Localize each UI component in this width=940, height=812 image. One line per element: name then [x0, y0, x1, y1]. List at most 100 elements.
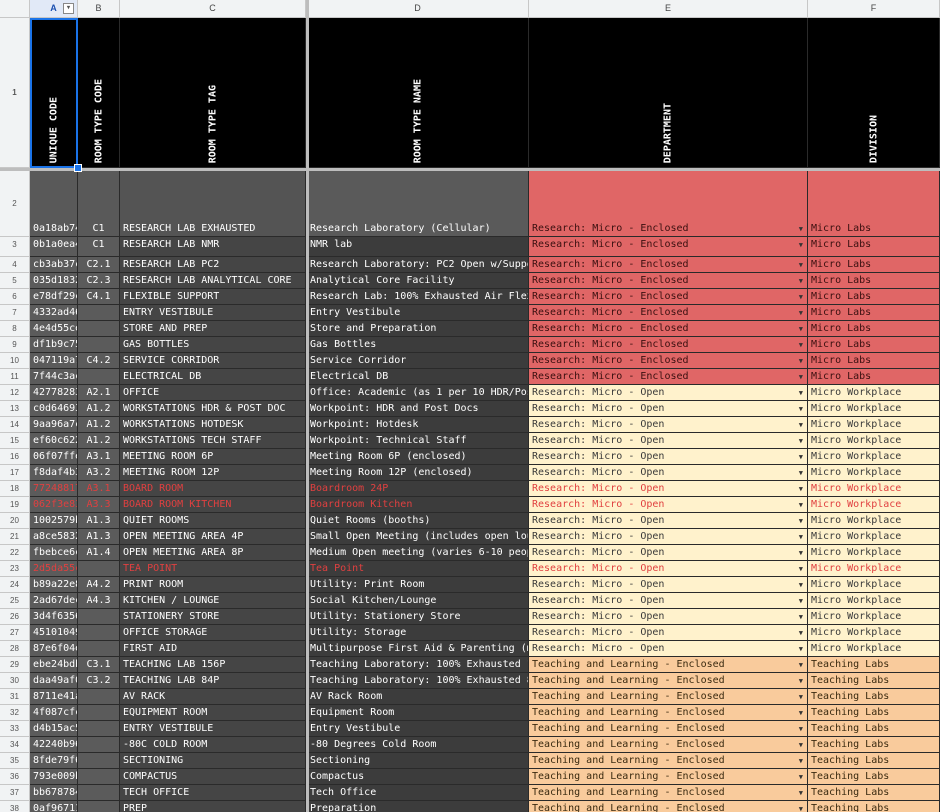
- cell-a[interactable]: 1002579b: [30, 513, 78, 529]
- cell-b[interactable]: C2.3: [78, 273, 120, 289]
- row-number[interactable]: 28: [0, 641, 30, 657]
- cell-f[interactable]: Teaching Labs: [808, 753, 940, 769]
- cell-f[interactable]: Micro Labs: [808, 321, 940, 337]
- cell-f[interactable]: Micro Workplace: [808, 417, 940, 433]
- cell-a[interactable]: 9aa96a7c: [30, 417, 78, 433]
- cell-e[interactable]: Teaching and Learning - Enclosed ▼: [529, 721, 808, 737]
- cell-b[interactable]: [78, 609, 120, 625]
- cell-c[interactable]: TEA POINT: [120, 561, 306, 577]
- cell-b[interactable]: C3.1: [78, 657, 120, 673]
- row-number[interactable]: 15: [0, 433, 30, 449]
- cell-d[interactable]: Boardroom 24P: [307, 481, 529, 497]
- dropdown-arrow-icon[interactable]: ▼: [799, 353, 803, 368]
- dropdown-arrow-icon[interactable]: ▼: [799, 561, 803, 576]
- row-number[interactable]: 30: [0, 673, 30, 689]
- cell-b[interactable]: [78, 369, 120, 385]
- cell-d[interactable]: Teaching Laboratory: 100% Exhausted 1: [307, 657, 529, 673]
- cell-f[interactable]: Micro Workplace: [808, 593, 940, 609]
- cell-e[interactable]: Research: Micro - Open ▼: [529, 625, 808, 641]
- cell-b[interactable]: [78, 721, 120, 737]
- cell-d[interactable]: AV Rack Room: [307, 689, 529, 705]
- dropdown-arrow-icon[interactable]: ▼: [799, 497, 803, 512]
- dropdown-arrow-icon[interactable]: ▼: [799, 801, 803, 812]
- row-number[interactable]: 18: [0, 481, 30, 497]
- row-number[interactable]: 20: [0, 513, 30, 529]
- cell-e[interactable]: Research: Micro - Enclosed ▼: [529, 237, 808, 257]
- cell-f[interactable]: Micro Workplace: [808, 513, 940, 529]
- cell-f[interactable]: Micro Workplace: [808, 625, 940, 641]
- cell-b[interactable]: [78, 641, 120, 657]
- cell-b[interactable]: A3.3: [78, 497, 120, 513]
- cell-c[interactable]: PRINT ROOM: [120, 577, 306, 593]
- cell-d[interactable]: Electrical DB: [307, 369, 529, 385]
- cell-f[interactable]: Micro Labs: [808, 369, 940, 385]
- cell-d[interactable]: Meeting Room 12P (enclosed): [307, 465, 529, 481]
- cell-a[interactable]: 793e009b: [30, 769, 78, 785]
- cell-c[interactable]: -80C COLD ROOM: [120, 737, 306, 753]
- spreadsheet[interactable]: A ▾ B C D E F 1 UNIQUE CODE ROOM TYPE CODE ROOM T…: [0, 0, 940, 812]
- dropdown-arrow-icon[interactable]: ▼: [799, 593, 803, 608]
- cell-d[interactable]: Gas Bottles: [307, 337, 529, 353]
- row-number[interactable]: 19: [0, 497, 30, 513]
- cell-a[interactable]: daa49af0: [30, 673, 78, 689]
- dropdown-arrow-icon[interactable]: ▼: [799, 545, 803, 560]
- cell-a[interactable]: 87e6f04e: [30, 641, 78, 657]
- cell-e[interactable]: Research: Micro - Enclosed ▼: [529, 171, 808, 237]
- cell-a[interactable]: a8ce5832: [30, 529, 78, 545]
- cell-d[interactable]: Preparation: [307, 801, 529, 812]
- cell-a[interactable]: 0a18ab74: [30, 171, 78, 237]
- dropdown-arrow-icon[interactable]: ▼: [799, 465, 803, 480]
- cell-c[interactable]: WORKSTATIONS HDR & POST DOC: [120, 401, 306, 417]
- cell-d[interactable]: Social Kitchen/Lounge: [307, 593, 529, 609]
- cell-b[interactable]: A1.4: [78, 545, 120, 561]
- cell-e[interactable]: Teaching and Learning - Enclosed ▼: [529, 785, 808, 801]
- cell-b[interactable]: C3.2: [78, 673, 120, 689]
- cell-d[interactable]: Teaching Laboratory: 100% Exhausted 8: [307, 673, 529, 689]
- cell-b[interactable]: [78, 705, 120, 721]
- cell-a[interactable]: 7f44c3ac: [30, 369, 78, 385]
- cell-b[interactable]: A4.3: [78, 593, 120, 609]
- dropdown-arrow-icon[interactable]: ▼: [799, 769, 803, 784]
- cell-b[interactable]: A1.3: [78, 529, 120, 545]
- cell-d[interactable]: Entry Vestibule: [307, 721, 529, 737]
- cell-b[interactable]: [78, 561, 120, 577]
- cell-e[interactable]: Research: Micro - Enclosed ▼: [529, 257, 808, 273]
- cell-c[interactable]: SERVICE CORRIDOR: [120, 353, 306, 369]
- cell-c[interactable]: TEACHING LAB 84P: [120, 673, 306, 689]
- cell-a[interactable]: 035d1832: [30, 273, 78, 289]
- cell-a[interactable]: f8daf4b3: [30, 465, 78, 481]
- cell-d[interactable]: Tech Office: [307, 785, 529, 801]
- row-number[interactable]: 13: [0, 401, 30, 417]
- cell-d[interactable]: Utility: Storage: [307, 625, 529, 641]
- row-number[interactable]: 1: [0, 18, 30, 168]
- cell-f[interactable]: Micro Workplace: [808, 609, 940, 625]
- cell-e[interactable]: Teaching and Learning - Enclosed ▼: [529, 737, 808, 753]
- cell-e[interactable]: Teaching and Learning - Enclosed ▼: [529, 769, 808, 785]
- cell-d[interactable]: Research Laboratory: PC2 Open w/Suppo: [307, 257, 529, 273]
- cell-e[interactable]: Teaching and Learning - Enclosed ▼: [529, 801, 808, 812]
- cell-f[interactable]: Micro Workplace: [808, 401, 940, 417]
- cell-e[interactable]: Teaching and Learning - Enclosed ▼: [529, 673, 808, 689]
- cell-a[interactable]: 0b1a0ea4: [30, 237, 78, 257]
- row-number[interactable]: 35: [0, 753, 30, 769]
- dropdown-arrow-icon[interactable]: ▼: [799, 289, 803, 304]
- cell-a[interactable]: 2ad67dec: [30, 593, 78, 609]
- row-number[interactable]: 26: [0, 609, 30, 625]
- cell-a[interactable]: ebe24bdb: [30, 657, 78, 673]
- cell-e[interactable]: Research: Micro - Open ▼: [529, 449, 808, 465]
- cell-b[interactable]: A3.1: [78, 481, 120, 497]
- cell-d[interactable]: Tea Point: [307, 561, 529, 577]
- cell-e[interactable]: Research: Micro - Open ▼: [529, 641, 808, 657]
- cell-a[interactable]: ef60c622: [30, 433, 78, 449]
- cell-f[interactable]: Teaching Labs: [808, 705, 940, 721]
- cell-d[interactable]: Equipment Room: [307, 705, 529, 721]
- cell-c[interactable]: FIRST AID: [120, 641, 306, 657]
- row-number[interactable]: 6: [0, 289, 30, 305]
- row-number[interactable]: 12: [0, 385, 30, 401]
- cell-e[interactable]: Research: Micro - Open ▼: [529, 561, 808, 577]
- cell-e[interactable]: Research: Micro - Open ▼: [529, 385, 808, 401]
- cell-b[interactable]: C1: [78, 171, 120, 237]
- cell-e[interactable]: Research: Micro - Enclosed ▼: [529, 289, 808, 305]
- cell-a[interactable]: 06f07ffe: [30, 449, 78, 465]
- row-number[interactable]: 29: [0, 657, 30, 673]
